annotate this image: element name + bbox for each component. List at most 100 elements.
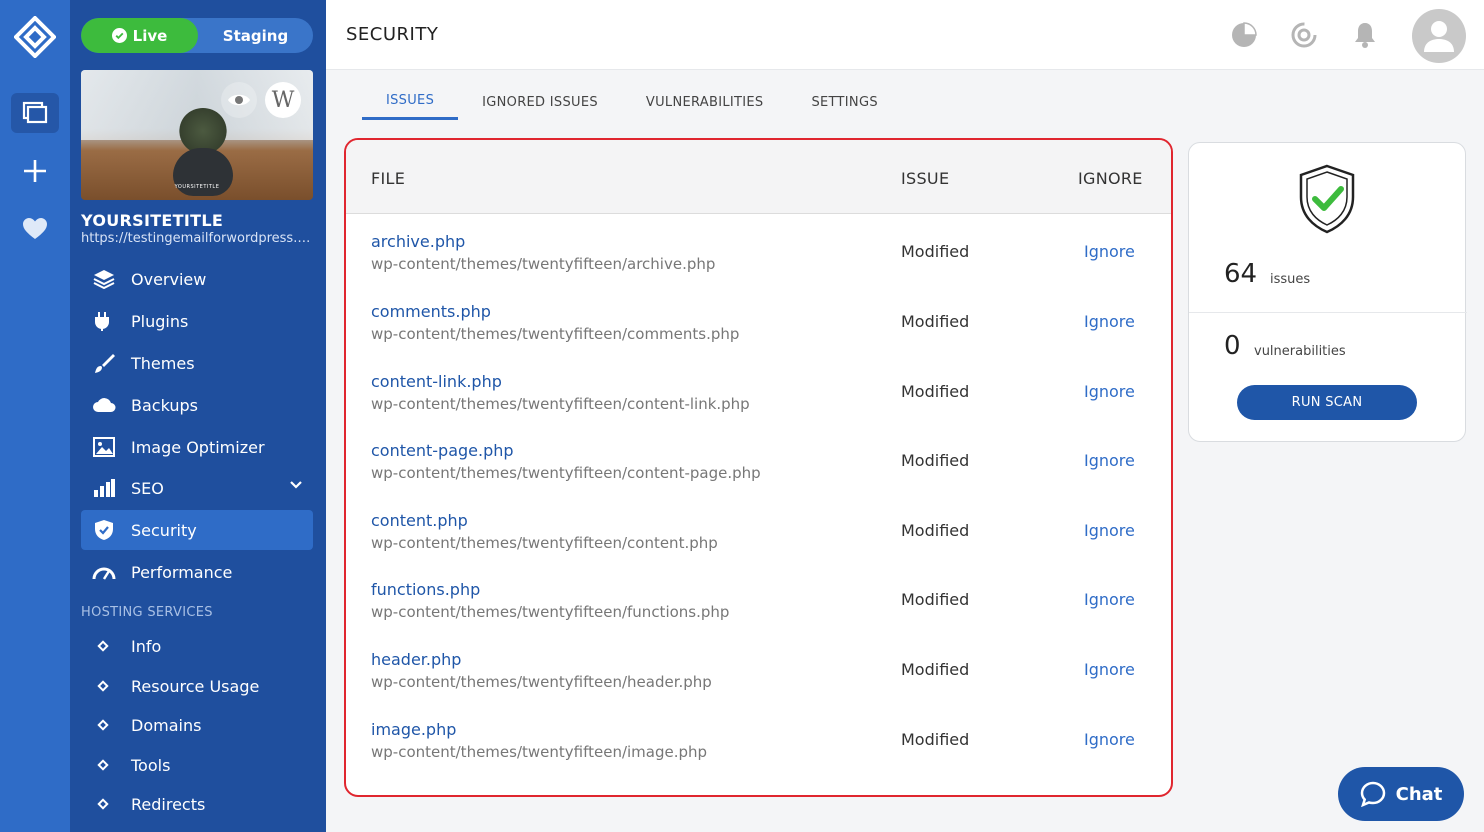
vulnerabilities-label: vulnerabilities	[1254, 344, 1346, 359]
summary-divider	[1189, 312, 1467, 313]
tab-issues[interactable]: ISSUES	[362, 84, 459, 120]
favorites-heart-icon[interactable]	[11, 209, 59, 249]
column-header-issue: ISSUE	[901, 169, 950, 188]
live-env-button[interactable]: Live	[81, 18, 198, 53]
table-row: content.php wp-content/themes/twentyfift…	[346, 509, 1171, 579]
issue-status: Modified	[901, 451, 970, 470]
sidebar: Live Staging YOURSITETITLE W YOURSITETIT…	[70, 0, 326, 832]
ignore-link[interactable]: Ignore	[1084, 242, 1135, 261]
sub-item-label: Resource Usage	[131, 676, 260, 696]
nav-item-plugins[interactable]: Plugins	[81, 301, 313, 341]
cloud-icon	[92, 393, 116, 417]
wordpress-admin-icon[interactable]: W	[265, 82, 301, 118]
nav-label: Performance	[131, 562, 233, 582]
file-name-link[interactable]: content-link.php	[371, 372, 502, 391]
ignore-link[interactable]: Ignore	[1084, 590, 1135, 609]
column-header-ignore: IGNORE	[1078, 169, 1143, 188]
ignore-link[interactable]: Ignore	[1084, 521, 1135, 540]
nav-label: Image Optimizer	[131, 437, 265, 457]
sub-item-label: Redirects	[131, 794, 206, 814]
ignore-link[interactable]: Ignore	[1084, 451, 1135, 470]
nav-label: Themes	[131, 353, 195, 373]
security-tabs: ISSUES IGNORED ISSUES VULNERABILITIES SE…	[362, 84, 902, 122]
sub-item-label: Info	[131, 636, 162, 656]
chat-bubble-icon	[1360, 781, 1385, 807]
run-scan-button[interactable]: RUN SCAN	[1237, 385, 1417, 420]
tab-ignored-issues[interactable]: IGNORED ISSUES	[458, 84, 622, 120]
file-name-link[interactable]: comments.php	[371, 302, 491, 321]
staging-env-button[interactable]: Staging	[198, 18, 313, 53]
chat-button[interactable]: Chat	[1338, 767, 1464, 821]
vulnerabilities-count: 0	[1224, 331, 1241, 361]
table-row: comments.php wp-content/themes/twentyfif…	[346, 300, 1171, 370]
issue-status: Modified	[901, 590, 970, 609]
shield-check-icon	[1299, 164, 1355, 234]
issue-status: Modified	[901, 312, 970, 331]
preview-eye-icon[interactable]	[221, 82, 257, 118]
nav-item-seo[interactable]: SEO	[81, 468, 313, 508]
tab-vulnerabilities[interactable]: VULNERABILITIES	[622, 84, 788, 120]
sub-item-domains[interactable]: Domains	[81, 708, 313, 742]
nav-item-themes[interactable]: Themes	[81, 343, 313, 383]
ignore-link[interactable]: Ignore	[1084, 382, 1135, 401]
file-path: wp-content/themes/twentyfifteen/function…	[371, 603, 730, 621]
sub-item-tools[interactable]: Tools	[81, 748, 313, 782]
check-circle-icon	[111, 28, 127, 43]
nav-item-overview[interactable]: Overview	[81, 259, 313, 299]
file-name-link[interactable]: content.php	[371, 511, 468, 530]
issue-status: Modified	[901, 242, 970, 261]
page-title: SECURITY	[346, 24, 439, 45]
sub-item-redirects[interactable]: Redirects	[81, 787, 313, 821]
tab-settings[interactable]: SETTINGS	[787, 84, 901, 120]
nav-label: Backups	[131, 395, 198, 415]
add-site-icon[interactable]	[11, 151, 59, 191]
chat-label: Chat	[1395, 783, 1443, 805]
ignore-link[interactable]: Ignore	[1084, 660, 1135, 679]
file-name-link[interactable]: header.php	[371, 650, 461, 669]
chevron-down-icon[interactable]	[289, 480, 303, 490]
file-name-link[interactable]: content-page.php	[371, 441, 514, 460]
nav-item-backups[interactable]: Backups	[81, 385, 313, 425]
loading-spinner-icon[interactable]	[1289, 20, 1319, 50]
nav-label: SEO	[131, 478, 164, 498]
issue-status: Modified	[901, 382, 970, 401]
pie-chart-icon[interactable]	[1229, 20, 1259, 50]
diamond-bullet-icon	[97, 640, 109, 652]
table-row: archive.php wp-content/themes/twentyfift…	[346, 230, 1171, 300]
sub-item-info[interactable]: Info	[81, 629, 313, 663]
site-url[interactable]: https://testingemailforwordpress.com	[81, 231, 313, 246]
file-name-link[interactable]: image.php	[371, 720, 456, 739]
file-name-link[interactable]: functions.php	[371, 580, 480, 599]
site-thumbnail[interactable]: YOURSITETITLE W	[81, 70, 313, 200]
diamond-bullet-icon	[97, 719, 109, 731]
issues-count: 64	[1224, 259, 1258, 289]
notification-bell-icon[interactable]	[1350, 20, 1380, 50]
nav-item-image-optimizer[interactable]: Image Optimizer	[81, 427, 313, 467]
nav-label: Plugins	[131, 311, 189, 331]
user-avatar[interactable]	[1412, 9, 1466, 63]
plug-icon	[92, 309, 116, 333]
shield-icon	[92, 518, 116, 542]
app-rail	[0, 0, 70, 832]
table-row: header.php wp-content/themes/twentyfifte…	[346, 648, 1171, 718]
issues-label: issues	[1270, 272, 1311, 287]
security-summary-card: 64 issues 0 vulnerabilities RUN SCAN	[1188, 142, 1467, 442]
ignore-link[interactable]: Ignore	[1084, 730, 1135, 749]
live-env-label: Live	[132, 26, 168, 45]
table-row: content-page.php wp-content/themes/twent…	[346, 439, 1171, 509]
sites-icon[interactable]	[11, 93, 59, 133]
nav-label: Security	[131, 520, 197, 540]
column-header-file: FILE	[371, 169, 406, 188]
table-row: functions.php wp-content/themes/twentyfi…	[346, 578, 1171, 648]
nav-item-security[interactable]: Security	[81, 510, 313, 550]
file-name-link[interactable]: archive.php	[371, 232, 465, 251]
file-path: wp-content/themes/twentyfifteen/header.p…	[371, 673, 712, 691]
app-logo-icon[interactable]	[14, 16, 56, 58]
diamond-bullet-icon	[97, 680, 109, 692]
image-icon	[92, 435, 116, 459]
sub-item-resource-usage[interactable]: Resource Usage	[81, 669, 313, 703]
hosting-services-heading: HOSTING SERVICES	[81, 605, 213, 620]
ignore-link[interactable]: Ignore	[1084, 312, 1135, 331]
nav-item-performance[interactable]: Performance	[81, 552, 313, 592]
issue-status: Modified	[901, 660, 970, 679]
